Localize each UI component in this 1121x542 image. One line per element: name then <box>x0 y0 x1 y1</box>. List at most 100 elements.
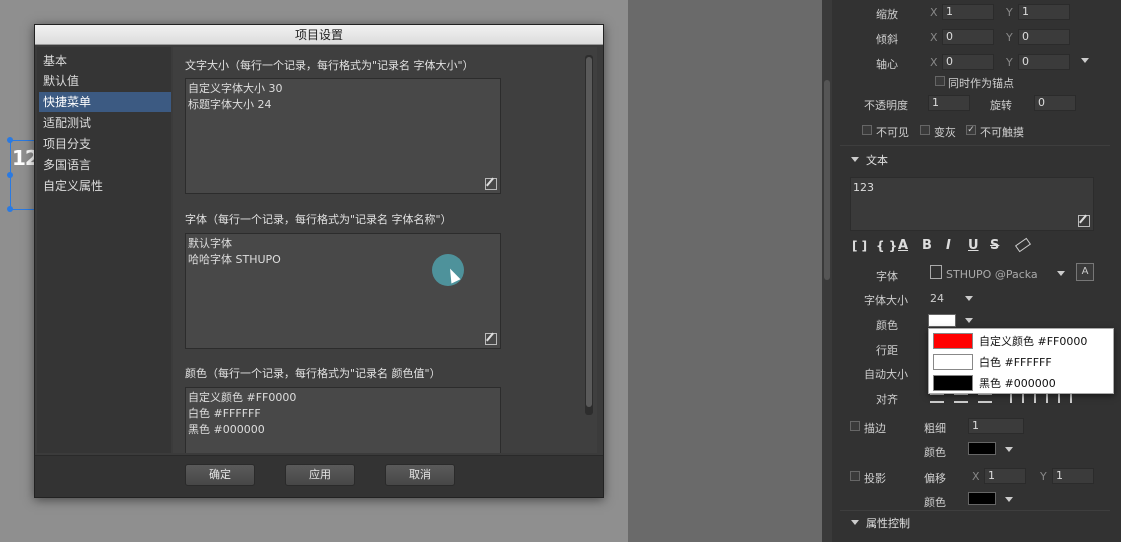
align-center-icon[interactable] <box>954 393 968 403</box>
stroke-color-swatch[interactable] <box>968 442 996 455</box>
valign-middle-icon[interactable] <box>1034 393 1048 403</box>
stage-outside-area <box>628 0 828 542</box>
color-option[interactable]: 自定义颜色 #FF0000 <box>933 331 1111 349</box>
apply-button[interactable]: 应用 <box>285 464 355 486</box>
pivot-anchor-checkbox[interactable] <box>935 76 945 86</box>
gray-checkbox[interactable] <box>920 125 930 135</box>
props-section-collapse-icon[interactable] <box>851 520 859 525</box>
shadow-offset-label: 偏移 <box>924 472 946 485</box>
nav-item-languages[interactable]: 多国语言 <box>39 155 171 175</box>
font-picker-icon[interactable]: A <box>1076 263 1094 281</box>
rotation-input[interactable]: 0 <box>1034 95 1076 111</box>
font-color-icon[interactable]: A <box>898 238 908 253</box>
color-swatch[interactable] <box>928 314 956 327</box>
shadow-checkbox[interactable] <box>850 471 860 481</box>
color-textarea[interactable]: 自定义颜色 #FF0000 白色 #FFFFFF 黑色 #000000 <box>185 387 501 453</box>
bracket-icon[interactable]: [ ] <box>852 239 867 253</box>
font-size-dropdown-icon[interactable] <box>965 296 973 301</box>
dialog-title[interactable]: 项目设置 <box>35 25 603 45</box>
opacity-label: 不透明度 <box>864 99 908 112</box>
color-dropdown-icon[interactable] <box>965 318 973 323</box>
project-settings-dialog: 项目设置 基本 默认值 快捷菜单 适配测试 项目分支 多国语言 自定义属性 文字… <box>34 24 604 498</box>
font-textarea[interactable]: 默认字体 哈哈字体 STHUPO <box>185 233 501 349</box>
color-option-label: 自定义颜色 #FF0000 <box>979 335 1088 348</box>
shadow-color-swatch[interactable] <box>968 492 996 505</box>
color-dropdown-popup: 自定义颜色 #FF0000 白色 #FFFFFF 黑色 #000000 <box>928 328 1114 394</box>
scale-y-input[interactable]: 1 <box>1018 4 1070 20</box>
skew-x-input[interactable]: 0 <box>942 29 994 45</box>
nav-item-quick-menu[interactable]: 快捷菜单 <box>39 92 171 112</box>
font-label: 字体 <box>876 270 898 283</box>
stroke-width-input[interactable]: 1 <box>968 418 1024 434</box>
align-right-icon[interactable] <box>978 393 992 403</box>
color-option[interactable]: 黑色 #000000 <box>933 373 1111 391</box>
color-option-label: 白色 #FFFFFF <box>979 356 1052 369</box>
text-section-header[interactable]: 文本 <box>866 152 888 168</box>
strikethrough-icon[interactable]: S <box>990 238 999 253</box>
italic-icon[interactable]: I <box>946 238 951 253</box>
shadow-y-input[interactable]: 1 <box>1052 468 1094 484</box>
font-size-value[interactable]: 24 <box>930 292 944 305</box>
untouchable-checkbox[interactable]: ✓ <box>966 125 976 135</box>
color-option[interactable]: 白色 #FFFFFF <box>933 352 1111 370</box>
skew-y-input[interactable]: 0 <box>1018 29 1070 45</box>
pivot-dropdown-icon[interactable] <box>1081 58 1089 63</box>
auto-size-label: 自动大小 <box>864 368 908 381</box>
line-spacing-label: 行距 <box>876 344 898 357</box>
pivot-x-input[interactable]: 0 <box>942 54 994 70</box>
textarea-line: 自定义字体大小 30 <box>188 82 283 95</box>
canvas-scrollbar-thumb[interactable] <box>824 80 830 280</box>
font-size-textarea[interactable]: 自定义字体大小 30 标题字体大小 24 <box>185 78 501 194</box>
props-section-header[interactable]: 属性控制 <box>866 515 910 531</box>
text-content-input[interactable]: 123 <box>850 177 1094 231</box>
edit-icon[interactable] <box>1078 215 1090 227</box>
font-dropdown-icon[interactable] <box>1057 271 1065 276</box>
nav-item-custom-props[interactable]: 自定义属性 <box>39 176 171 196</box>
color-option-swatch <box>933 333 973 349</box>
stroke-checkbox[interactable] <box>850 421 860 431</box>
gray-label: 变灰 <box>934 126 956 139</box>
axis-x-label: X <box>930 31 938 44</box>
untouchable-label: 不可触摸 <box>980 126 1024 139</box>
nav-item-adapt-test[interactable]: 适配测试 <box>39 113 171 133</box>
edit-icon[interactable] <box>485 178 497 190</box>
scale-label: 缩放 <box>876 8 898 21</box>
color-label: 颜色 <box>876 319 898 332</box>
cancel-button[interactable]: 取消 <box>385 464 455 486</box>
align-left-icon[interactable] <box>930 393 944 403</box>
selection-handle[interactable] <box>7 172 13 178</box>
divider <box>840 510 1110 511</box>
brace-icon[interactable]: { } <box>876 239 897 253</box>
selection-edge <box>10 140 36 141</box>
valign-top-icon[interactable] <box>1010 393 1024 403</box>
selection-handle[interactable] <box>7 206 13 212</box>
invisible-checkbox[interactable] <box>862 125 872 135</box>
valign-bottom-icon[interactable] <box>1058 393 1072 403</box>
color-option-swatch <box>933 354 973 370</box>
shadow-color-dropdown-icon[interactable] <box>1005 497 1013 502</box>
scale-x-input[interactable]: 1 <box>942 4 994 20</box>
selection-handle[interactable] <box>7 137 13 143</box>
shadow-label: 投影 <box>864 472 886 485</box>
nav-item-defaults[interactable]: 默认值 <box>39 71 171 91</box>
dialog-footer: 确定 应用 取消 <box>35 455 603 497</box>
color-section-label: 颜色（每行一个记录，每行格式为"记录名 颜色值"） <box>185 367 441 380</box>
stroke-color-dropdown-icon[interactable] <box>1005 447 1013 452</box>
underline-icon[interactable]: U <box>968 238 979 253</box>
textarea-line: 默认字体 <box>188 237 232 250</box>
nav-item-basic[interactable]: 基本 <box>39 51 171 71</box>
font-size-section-label: 文字大小（每行一个记录，每行格式为"记录名 字体大小"） <box>185 59 474 72</box>
edit-icon[interactable] <box>485 333 497 345</box>
content-scrollbar-thumb[interactable] <box>586 57 592 407</box>
shadow-x-input[interactable]: 1 <box>984 468 1026 484</box>
text-section-collapse-icon[interactable] <box>851 157 859 162</box>
axis-y-label: Y <box>1040 470 1047 483</box>
opacity-input[interactable]: 1 <box>928 95 970 111</box>
ok-button[interactable]: 确定 <box>185 464 255 486</box>
axis-y-label: Y <box>1006 6 1013 19</box>
pivot-y-input[interactable]: 0 <box>1018 54 1070 70</box>
nav-item-branches[interactable]: 项目分支 <box>39 134 171 154</box>
bold-icon[interactable]: B <box>922 238 932 253</box>
axis-x-label: X <box>930 56 938 69</box>
font-select[interactable]: STHUPO @Packa <box>946 268 1038 281</box>
